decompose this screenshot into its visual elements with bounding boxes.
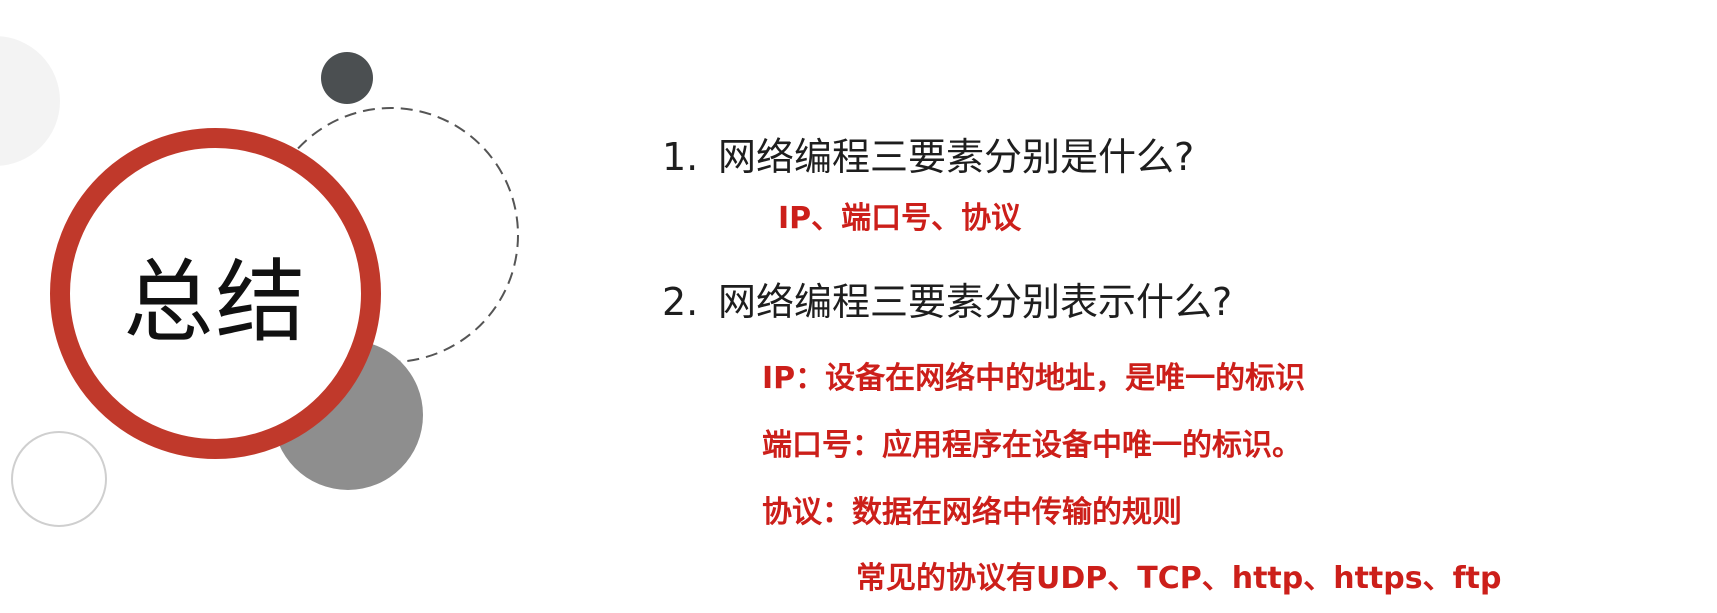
slide: 总结 1. 网络编程三要素分别是什么? IP、端口号、协议 2. 网络编程三要素分别… [0, 0, 1717, 613]
slide-title: 总结 [123, 249, 308, 355]
question-1-text: 网络编程三要素分别是什么? [718, 135, 1195, 179]
answer-1: IP、端口号、协议 [778, 201, 1022, 236]
decorative-circle-light [0, 36, 60, 166]
decorative-dot-dark [321, 52, 373, 104]
answer-2-ip: IP：设备在网络中的地址，是唯一的标识 [762, 361, 1306, 396]
answer-2-port: 端口号：应用程序在设备中唯一的标识。 [762, 428, 1302, 463]
question-2-number: 2. [662, 280, 699, 324]
answer-2-protocol: 协议：数据在网络中传输的规则 [762, 495, 1182, 530]
title-ring: 总结 [50, 128, 381, 459]
question-1-number: 1. [662, 135, 699, 179]
question-1: 1. 网络编程三要素分别是什么? [662, 126, 1194, 181]
answer-2-common-protocols: 常见的协议有UDP、TCP、http、https、ftp [856, 561, 1502, 596]
question-2-text: 网络编程三要素分别表示什么? [718, 280, 1233, 324]
question-2: 2. 网络编程三要素分别表示什么? [662, 271, 1232, 326]
decorative-circle-outline [11, 431, 107, 527]
